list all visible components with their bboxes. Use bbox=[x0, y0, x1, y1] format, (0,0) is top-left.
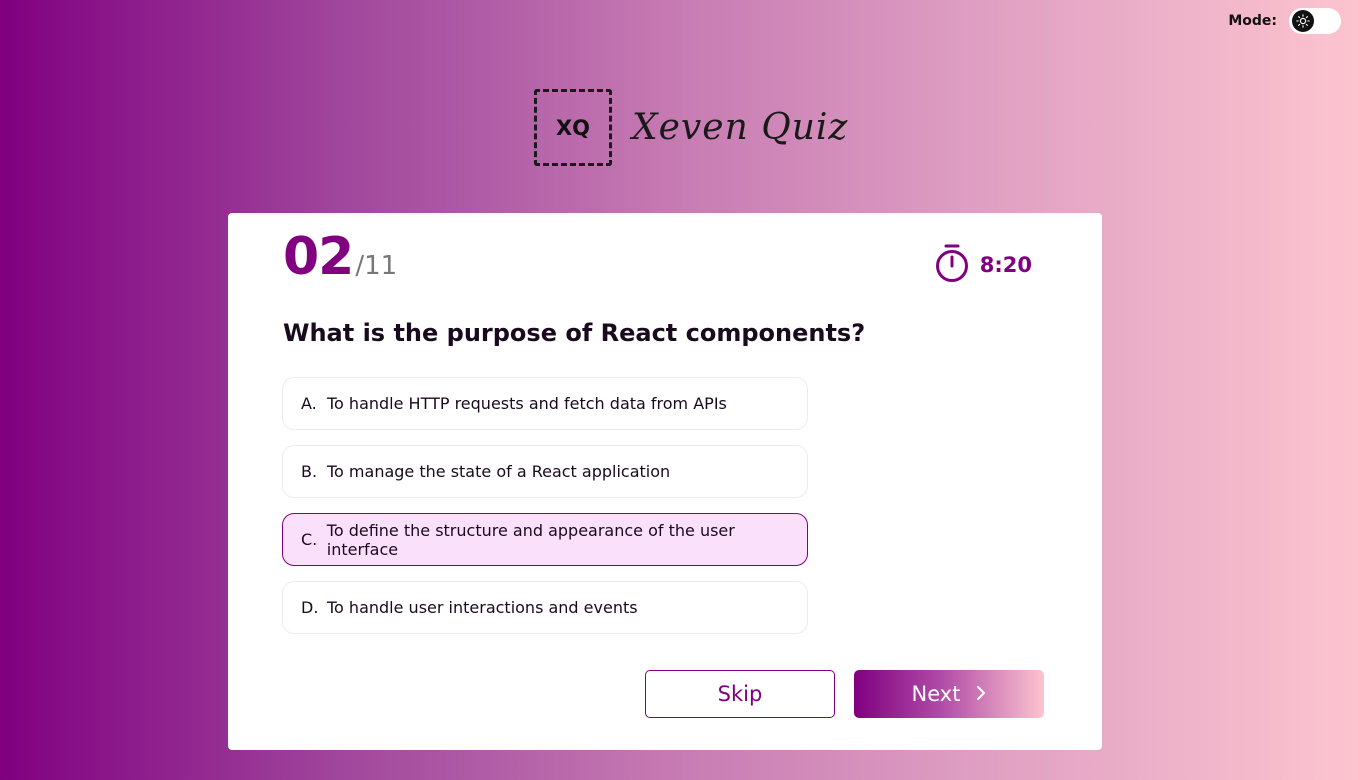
option-d[interactable]: D. To handle user interactions and event… bbox=[282, 581, 808, 634]
skip-label: Skip bbox=[717, 682, 763, 706]
option-text: To manage the state of a React applicati… bbox=[327, 462, 671, 481]
timer-value: 8:20 bbox=[979, 253, 1032, 277]
option-c[interactable]: C. To define the structure and appearanc… bbox=[282, 513, 808, 566]
option-letter: B. bbox=[301, 462, 318, 481]
theme-toggle[interactable] bbox=[1289, 8, 1341, 34]
quiz-timer: 8:20 bbox=[934, 243, 1032, 287]
option-letter: A. bbox=[301, 394, 317, 413]
mode-switcher: Mode: bbox=[1228, 8, 1341, 34]
option-b[interactable]: B. To manage the state of a React applic… bbox=[282, 445, 808, 498]
chevron-right-icon bbox=[976, 682, 986, 706]
question-counter: 02 /11 bbox=[283, 227, 397, 287]
quiz-actions: Skip Next bbox=[645, 670, 1044, 718]
question-text: What is the purpose of React components? bbox=[283, 319, 866, 347]
logo-name: Xeven Quiz bbox=[632, 107, 849, 148]
next-label: Next bbox=[911, 682, 961, 706]
next-button[interactable]: Next bbox=[854, 670, 1044, 718]
option-text: To handle HTTP requests and fetch data f… bbox=[327, 394, 727, 413]
quiz-card: 02 /11 8:20 What is the purpose of React… bbox=[228, 213, 1102, 750]
option-a[interactable]: A. To handle HTTP requests and fetch dat… bbox=[282, 377, 808, 430]
logo-mark: XQ bbox=[534, 89, 612, 166]
mode-label: Mode: bbox=[1228, 13, 1277, 29]
skip-button[interactable]: Skip bbox=[645, 670, 835, 718]
option-text: To handle user interactions and events bbox=[327, 598, 638, 617]
sun-icon bbox=[1292, 10, 1314, 32]
question-current: 02 bbox=[283, 227, 354, 287]
app-logo: XQ Xeven Quiz bbox=[534, 89, 848, 166]
answer-options: A. To handle HTTP requests and fetch dat… bbox=[282, 377, 808, 649]
question-total: /11 bbox=[355, 251, 398, 281]
option-letter: C. bbox=[301, 530, 318, 549]
stopwatch-icon bbox=[934, 243, 970, 287]
option-text: To define the structure and appearance o… bbox=[326, 520, 735, 559]
option-letter: D. bbox=[301, 598, 319, 617]
